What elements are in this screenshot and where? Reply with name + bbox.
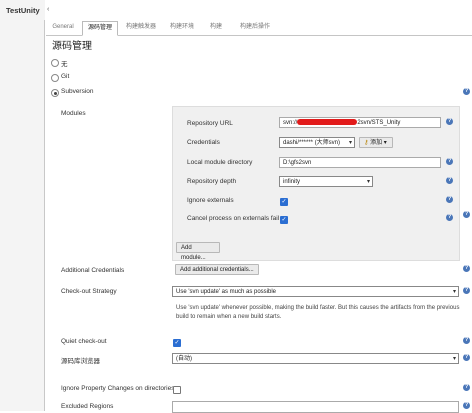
help-icon-scm[interactable]: ? — [463, 88, 470, 95]
redaction-mark — [297, 119, 358, 126]
help-icon-ignore-property[interactable]: ? — [463, 384, 470, 391]
help-icon-repo-browser[interactable]: ? — [463, 354, 470, 361]
sidebar-divider — [44, 20, 45, 411]
local-dir-input[interactable]: D:\gfs2svn — [279, 157, 441, 168]
quiet-checkout-label: Quiet check-out — [61, 338, 107, 345]
credentials-select[interactable]: dashi/****** (大师svn) ▾ — [279, 137, 355, 148]
app-title[interactable]: TestUnity — [6, 6, 40, 15]
repo-url-value: 2svn/STS_Unity — [357, 120, 401, 126]
radio-subversion[interactable] — [51, 89, 59, 97]
repo-browser-label: 源码库浏览器 — [61, 358, 100, 365]
tab-build-environment[interactable]: 构建环境 — [164, 21, 200, 34]
excluded-regions-input[interactable] — [172, 401, 459, 413]
add-credentials-label: 添加 — [370, 140, 383, 146]
depth-select[interactable]: infinity ▾ — [279, 176, 373, 187]
tab-general[interactable]: General — [47, 21, 79, 34]
help-icon-ignore-externals[interactable]: ? — [446, 196, 453, 203]
ignore-property-label: Ignore Property Changes on directories — [61, 385, 175, 392]
tab-post-build[interactable]: 构建后操作 — [232, 21, 278, 34]
cancel-externals-checkbox[interactable] — [280, 216, 288, 224]
help-icon-checkout-strategy[interactable]: ? — [463, 287, 470, 294]
help-icon-quiet-checkout[interactable]: ? — [463, 337, 470, 344]
collapse-arrow-icon[interactable]: ‹ — [47, 6, 49, 13]
repo-browser-select[interactable]: (自动) ▾ — [172, 353, 459, 364]
repo-url-label: Repository URL — [187, 120, 233, 127]
help-icon-depth[interactable]: ? — [446, 177, 453, 184]
depth-label: Repository depth — [187, 178, 237, 185]
repo-url-input[interactable]: svn:// 2svn/STS_Unity — [279, 117, 441, 128]
credentials-value: dashi/****** (大师svn) — [283, 140, 341, 146]
help-icon-additional-credentials[interactable]: ? — [463, 265, 470, 272]
excluded-regions-label: Excluded Regions — [61, 403, 114, 410]
section-title: 源码管理 — [52, 41, 92, 52]
help-icon-modules[interactable]: ? — [463, 211, 470, 218]
radio-none-label: 无 — [61, 61, 68, 68]
sidebar — [0, 0, 45, 411]
repo-url-prefix: svn:// — [283, 120, 298, 126]
help-icon-cancel-externals[interactable]: ? — [446, 214, 453, 221]
checkout-strategy-label: Check-out Strategy — [61, 288, 117, 295]
tab-build-triggers[interactable]: 构建触发器 — [120, 21, 162, 34]
depth-value: infinity — [283, 179, 301, 185]
ignore-externals-label: Ignore externals — [187, 197, 234, 204]
repo-browser-value: (自动) — [176, 356, 192, 362]
ignore-externals-checkbox[interactable] — [280, 198, 288, 206]
checkout-strategy-select[interactable]: Use 'svn update' as much as possible ▾ — [172, 286, 459, 297]
checkout-strategy-value: Use 'svn update' as much as possible — [176, 289, 277, 295]
credentials-label: Credentials — [187, 139, 220, 146]
quiet-checkout-checkbox[interactable] — [173, 339, 181, 347]
additional-credentials-label: Additional Credentials — [61, 267, 125, 274]
tab-build[interactable]: 构建 — [203, 21, 229, 34]
chevron-down-icon: ▾ — [348, 140, 352, 146]
add-additional-credentials-button[interactable]: Add additional credentials... — [175, 264, 259, 275]
cancel-externals-label: Cancel process on externals fail — [187, 215, 280, 222]
local-dir-label: Local module directory — [187, 159, 253, 166]
add-credentials-button[interactable]: ⚷ 添加 ▾ — [359, 137, 393, 148]
radio-none[interactable] — [51, 59, 59, 67]
tab-source-control[interactable]: 源码管理 — [82, 21, 118, 36]
modules-label: Modules — [61, 110, 86, 117]
help-icon-excluded-regions[interactable]: ? — [463, 402, 470, 409]
radio-git[interactable] — [51, 74, 59, 82]
checkout-strategy-description: Use 'svn update' whenever possible, maki… — [176, 305, 460, 320]
chevron-down-icon: ▾ — [452, 356, 456, 362]
ignore-property-checkbox[interactable] — [173, 386, 181, 394]
chevron-down-icon: ▾ — [452, 289, 456, 295]
radio-subversion-label: Subversion — [61, 88, 94, 95]
help-icon-repo-url[interactable]: ? — [446, 118, 453, 125]
chevron-down-icon: ▾ — [366, 179, 370, 185]
chevron-down-icon: ▾ — [383, 140, 387, 146]
help-icon-local-dir[interactable]: ? — [446, 158, 453, 165]
add-module-button[interactable]: Add module... — [176, 242, 220, 261]
key-icon: ⚷ — [364, 140, 369, 146]
radio-git-label: Git — [61, 73, 70, 80]
